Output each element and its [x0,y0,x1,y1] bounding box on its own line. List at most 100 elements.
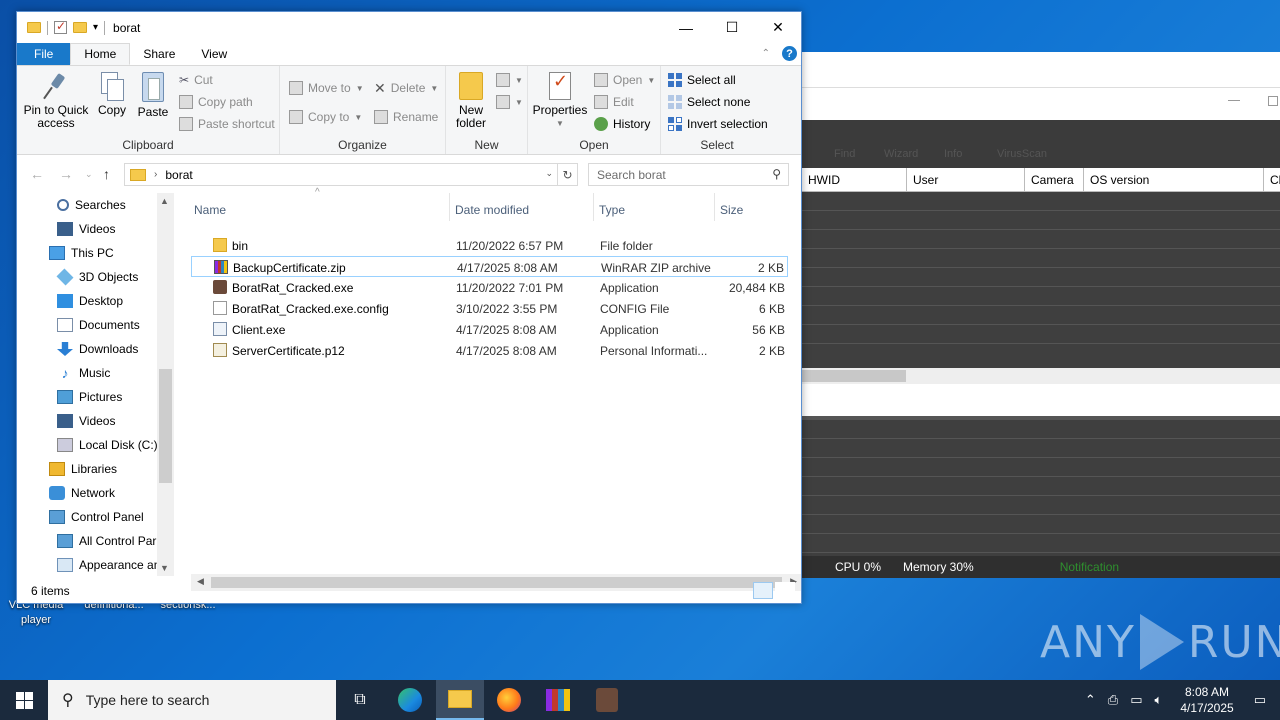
maximize-button[interactable]: ☐ [709,12,755,43]
scroll-up-arrow-icon[interactable]: ▲ [160,196,169,206]
nav-item-local-disk-c[interactable]: Local Disk (C:) [17,433,173,457]
taskbar-search-box[interactable]: ⚲ Type here to search [48,680,336,720]
bg-horizontal-scrollbar[interactable] [802,368,1280,384]
divider[interactable] [714,193,715,221]
large-icons-view-button[interactable] [775,582,795,599]
file-row[interactable]: ServerCertificate.p12 4/17/2025 8:08 AM Pe… [191,340,788,361]
network-icon[interactable]: ⎙ [1108,692,1118,708]
bg-wizard-button[interactable]: Wizard [884,148,918,160]
bg-notification-status[interactable]: Notification [1060,560,1119,574]
back-arrow-icon[interactable]: ← [30,166,44,182]
up-arrow-icon[interactable]: ↑ [103,166,110,182]
nav-item-videos[interactable]: Videos [17,217,173,241]
file-row[interactable]: bin 11/20/2022 6:57 PM File folder [191,235,788,256]
firefox-taskbar-button[interactable] [485,680,533,720]
search-input[interactable]: Search borat ⚲ [588,163,789,186]
bg-col-user[interactable]: User [907,168,1025,191]
nav-item-appearance-an[interactable]: Appearance an [17,553,173,576]
paste-button[interactable]: Paste [135,72,171,119]
file-row[interactable]: BoratRat_Cracked.exe 11/20/2022 7:01 PM Ap… [191,277,788,298]
scrollbar-thumb[interactable] [159,369,172,483]
volume-icon[interactable]: 🔈︎ [1155,692,1163,708]
scroll-down-arrow-icon[interactable]: ▼ [160,563,169,573]
column-header-name[interactable]: Name [194,198,226,222]
nav-item-searches[interactable]: Searches [17,193,173,217]
bg-virusscan-button[interactable]: VirusScan [997,148,1047,160]
search-icon[interactable]: ⚲ [772,167,781,181]
title-bar[interactable]: ▾ borat — ☐ ✕ [17,12,801,43]
nav-item-control-panel[interactable]: Control Panel [17,505,173,529]
tab-share[interactable]: Share [130,43,188,65]
address-bar[interactable]: › borat ⌄ [124,163,558,186]
properties-quick-icon[interactable] [54,19,67,34]
column-header-type[interactable]: Type [599,198,625,222]
bg-app-minimize-button[interactable] [1228,100,1240,101]
new-folder-quick-icon[interactable] [73,22,87,33]
bg-app-maximize-button[interactable] [1268,96,1278,106]
select-none-button[interactable]: Select none [668,95,750,109]
customize-quick-access-icon[interactable]: ▾ [93,22,98,33]
divider[interactable] [449,193,450,221]
nav-item-all-control-par[interactable]: All Control Par [17,529,173,553]
cut-button[interactable]: ✂ Cut [179,73,213,87]
nav-item-libraries[interactable]: Libraries [17,457,173,481]
file-explorer-taskbar-button[interactable] [436,680,484,720]
refresh-button[interactable]: ↻ [558,163,578,186]
copy-path-button[interactable]: Copy path [179,95,253,109]
nav-item-network[interactable]: Network [17,481,173,505]
nav-item-videos[interactable]: Videos [17,409,173,433]
nav-item-documents[interactable]: Documents [17,313,173,337]
tab-home[interactable]: Home [70,43,131,65]
paste-shortcut-button[interactable]: Paste shortcut [179,117,275,131]
nav-vertical-scrollbar[interactable]: ▲ ▼ [157,193,174,576]
move-to-button[interactable]: Move to ▼ [289,81,364,95]
bg-col-ch[interactable]: Ch [1264,168,1280,191]
pin-to-quick-access-button[interactable]: Pin to Quick access [21,72,91,130]
bg-col-camera[interactable]: Camera [1025,168,1084,191]
notification-icon[interactable]: ▭ [1254,692,1266,708]
nav-item-downloads[interactable]: Downloads [17,337,173,361]
breadcrumb-current[interactable]: borat [165,168,192,182]
nav-item-desktop[interactable]: Desktop [17,289,173,313]
collapse-ribbon-icon[interactable]: ⌃ [762,48,770,59]
new-item-button[interactable]: ▼ [496,73,523,87]
nav-item-pictures[interactable]: Pictures [17,385,173,409]
details-view-button[interactable] [753,582,773,599]
show-hidden-icons-chevron-icon[interactable]: ⌃ [1085,692,1096,708]
bg-find-button[interactable]: Find [834,148,855,160]
file-row[interactable]: Client.exe 4/17/2025 8:08 AM Application 56… [191,319,788,340]
new-folder-button[interactable]: New folder [452,72,490,130]
delete-button[interactable]: ✕ Delete ▼ [374,81,438,95]
recent-locations-chevron-icon[interactable]: ⌄ [85,169,93,180]
help-icon[interactable]: ? [782,46,797,61]
nav-item-this-pc[interactable]: This PC [17,241,173,265]
nav-item-3d-objects[interactable]: 3D Objects [17,265,173,289]
divider[interactable] [593,193,594,221]
select-all-button[interactable]: Select all [668,73,736,87]
edge-taskbar-button[interactable] [386,680,434,720]
breadcrumb-chevron-icon[interactable]: › [154,169,157,180]
invert-selection-button[interactable]: Invert selection [668,117,768,131]
forward-arrow-icon[interactable]: → [59,166,73,182]
column-header-size[interactable]: Size [720,198,743,222]
copy-button[interactable]: Copy [95,72,129,117]
bg-splitter[interactable] [802,384,1280,420]
clock[interactable]: 8:08 AM 4/17/2025 [1180,684,1233,716]
minimize-button[interactable]: — [663,12,709,43]
address-dropdown-icon[interactable]: ⌄ [545,168,553,179]
tab-view[interactable]: View [188,43,240,65]
open-button[interactable]: Open ▼ [594,73,655,87]
tab-file[interactable]: File [17,43,71,65]
properties-button[interactable]: Properties ▼ [532,72,588,130]
close-button[interactable]: ✕ [755,12,801,43]
start-button[interactable] [0,680,48,720]
bg-col-hwid[interactable]: HWID [802,168,907,191]
winrar-taskbar-button[interactable] [534,680,582,720]
column-header-date[interactable]: Date modified [455,198,529,222]
ethernet-icon[interactable]: ▭ [1130,692,1142,708]
rename-button[interactable]: Rename [374,110,438,124]
copy-to-button[interactable]: Copy to ▼ [289,110,362,124]
borat-rat-taskbar-button[interactable] [583,680,631,720]
history-button[interactable]: History [594,117,650,131]
bg-col-os-version[interactable]: OS version [1084,168,1264,191]
